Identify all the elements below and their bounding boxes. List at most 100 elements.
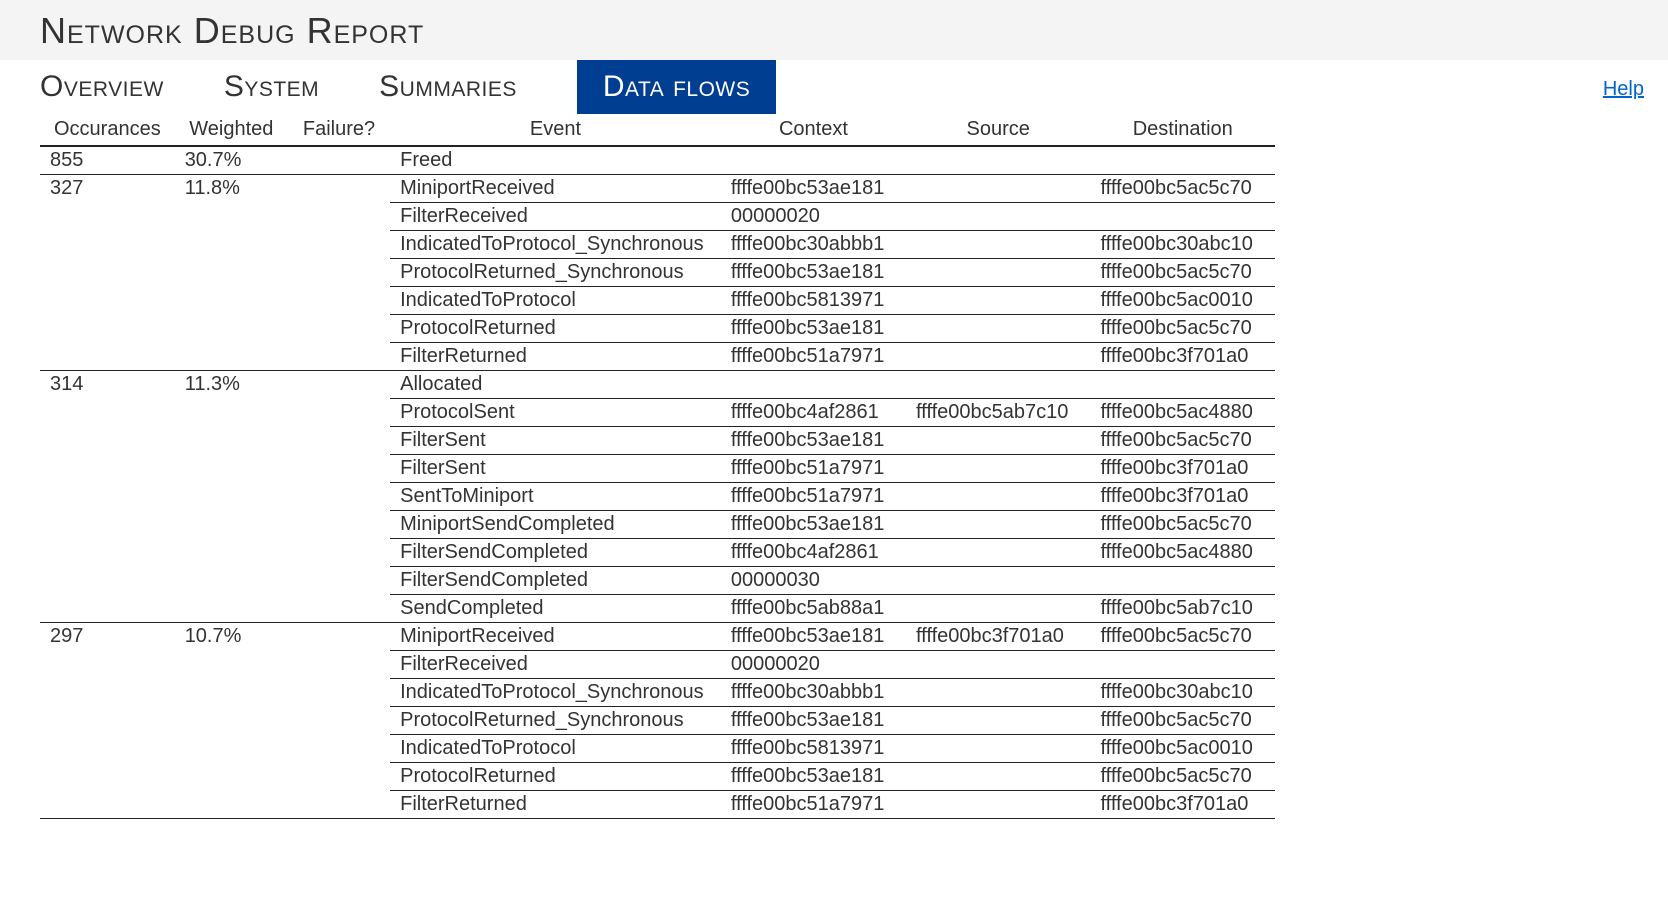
cell-context: ffffe00bc30abbb1 bbox=[721, 679, 906, 707]
tab-overview[interactable]: Overview bbox=[40, 60, 194, 114]
cell-occurances bbox=[40, 343, 175, 371]
table-row: IndicatedToProtocolffffe00bc5813971ffffe… bbox=[40, 287, 1275, 315]
cell-source bbox=[906, 511, 1090, 539]
table-row: ProtocolReturnedffffe00bc53ae181ffffe00b… bbox=[40, 763, 1275, 791]
cell-failure bbox=[288, 623, 390, 651]
tab-summaries[interactable]: Summaries bbox=[379, 60, 547, 114]
table-row: FilterReceived00000020 bbox=[40, 203, 1275, 231]
cell-source bbox=[906, 539, 1090, 567]
cell-destination bbox=[1090, 146, 1275, 175]
cell-event: MiniportReceived bbox=[390, 623, 721, 651]
col-occurances: Occurances bbox=[40, 116, 175, 146]
page-title: Network Debug Report bbox=[40, 10, 1628, 52]
cell-event: IndicatedToProtocol_Synchronous bbox=[390, 679, 721, 707]
cell-occurances: 297 bbox=[40, 623, 175, 651]
table-row: FilterSendCompletedffffe00bc4af2861ffffe… bbox=[40, 539, 1275, 567]
cell-context bbox=[721, 371, 906, 399]
cell-failure bbox=[288, 399, 390, 427]
cell-event: FilterSent bbox=[390, 427, 721, 455]
cell-weighted: 30.7% bbox=[175, 146, 288, 175]
cell-context: ffffe00bc5813971 bbox=[721, 735, 906, 763]
cell-event: MiniportReceived bbox=[390, 175, 721, 203]
cell-destination: ffffe00bc5ac5c70 bbox=[1090, 511, 1275, 539]
cell-event: FilterReturned bbox=[390, 791, 721, 819]
cell-weighted bbox=[175, 483, 288, 511]
cell-destination: ffffe00bc5ac4880 bbox=[1090, 399, 1275, 427]
cell-occurances bbox=[40, 735, 175, 763]
cell-weighted bbox=[175, 679, 288, 707]
tab-system[interactable]: System bbox=[224, 60, 349, 114]
cell-context: ffffe00bc51a7971 bbox=[721, 343, 906, 371]
table-row: 31411.3%Allocated bbox=[40, 371, 1275, 399]
cell-context: ffffe00bc51a7971 bbox=[721, 455, 906, 483]
cell-source: ffffe00bc5ab7c10 bbox=[906, 399, 1090, 427]
cell-weighted bbox=[175, 259, 288, 287]
cell-weighted bbox=[175, 511, 288, 539]
cell-weighted bbox=[175, 763, 288, 791]
cell-failure bbox=[288, 651, 390, 679]
cell-destination: ffffe00bc5ac5c70 bbox=[1090, 707, 1275, 735]
table-row: SendCompletedffffe00bc5ab88a1ffffe00bc5a… bbox=[40, 595, 1275, 623]
cell-occurances bbox=[40, 791, 175, 819]
cell-failure bbox=[288, 146, 390, 175]
help-link[interactable]: Help bbox=[1603, 78, 1644, 101]
table-header-row: Occurances Weighted Failure? Event Conte… bbox=[40, 116, 1275, 146]
cell-context: ffffe00bc30abbb1 bbox=[721, 231, 906, 259]
cell-failure bbox=[288, 707, 390, 735]
cell-destination bbox=[1090, 203, 1275, 231]
cell-occurances bbox=[40, 427, 175, 455]
cell-destination: ffffe00bc3f701a0 bbox=[1090, 483, 1275, 511]
cell-source bbox=[906, 595, 1090, 623]
cell-failure bbox=[288, 287, 390, 315]
table-row: IndicatedToProtocol_Synchronousffffe00bc… bbox=[40, 231, 1275, 259]
cell-context: ffffe00bc53ae181 bbox=[721, 623, 906, 651]
col-failure: Failure? bbox=[288, 116, 390, 146]
cell-source bbox=[906, 763, 1090, 791]
table-row: 29710.7%MiniportReceivedffffe00bc53ae181… bbox=[40, 623, 1275, 651]
tab-data-flows[interactable]: Data flows bbox=[577, 60, 776, 114]
table-row: ProtocolReturnedffffe00bc53ae181ffffe00b… bbox=[40, 315, 1275, 343]
cell-destination: ffffe00bc5ac0010 bbox=[1090, 287, 1275, 315]
table-row: IndicatedToProtocolffffe00bc5813971ffffe… bbox=[40, 735, 1275, 763]
cell-occurances bbox=[40, 763, 175, 791]
cell-context: 00000020 bbox=[721, 651, 906, 679]
table-row: FilterReturnedffffe00bc51a7971ffffe00bc3… bbox=[40, 791, 1275, 819]
table-row: ProtocolSentffffe00bc4af2861ffffe00bc5ab… bbox=[40, 399, 1275, 427]
table-row: FilterReceived00000020 bbox=[40, 651, 1275, 679]
cell-failure bbox=[288, 259, 390, 287]
cell-weighted bbox=[175, 539, 288, 567]
cell-event: IndicatedToProtocol bbox=[390, 287, 721, 315]
cell-occurances: 314 bbox=[40, 371, 175, 399]
cell-weighted bbox=[175, 707, 288, 735]
table-row: ProtocolReturned_Synchronousffffe00bc53a… bbox=[40, 707, 1275, 735]
cell-event: ProtocolReturned bbox=[390, 763, 721, 791]
cell-context: ffffe00bc5ab88a1 bbox=[721, 595, 906, 623]
cell-context: ffffe00bc53ae181 bbox=[721, 259, 906, 287]
cell-weighted bbox=[175, 287, 288, 315]
cell-source: ffffe00bc3f701a0 bbox=[906, 623, 1090, 651]
cell-source bbox=[906, 175, 1090, 203]
cell-event: FilterReturned bbox=[390, 343, 721, 371]
cell-occurances: 327 bbox=[40, 175, 175, 203]
cell-occurances bbox=[40, 455, 175, 483]
cell-failure bbox=[288, 511, 390, 539]
cell-event: FilterReceived bbox=[390, 203, 721, 231]
cell-destination: ffffe00bc3f701a0 bbox=[1090, 791, 1275, 819]
table-row: MiniportSendCompletedffffe00bc53ae181fff… bbox=[40, 511, 1275, 539]
cell-weighted bbox=[175, 595, 288, 623]
data-flows-table: Occurances Weighted Failure? Event Conte… bbox=[40, 116, 1275, 819]
cell-occurances bbox=[40, 231, 175, 259]
cell-occurances bbox=[40, 707, 175, 735]
cell-destination: ffffe00bc5ac5c70 bbox=[1090, 259, 1275, 287]
cell-event: ProtocolReturned_Synchronous bbox=[390, 707, 721, 735]
cell-failure bbox=[288, 763, 390, 791]
cell-failure bbox=[288, 539, 390, 567]
cell-context: ffffe00bc53ae181 bbox=[721, 763, 906, 791]
cell-context: 00000030 bbox=[721, 567, 906, 595]
cell-weighted bbox=[175, 399, 288, 427]
cell-event: ProtocolSent bbox=[390, 399, 721, 427]
cell-destination: ffffe00bc30abc10 bbox=[1090, 231, 1275, 259]
cell-failure bbox=[288, 791, 390, 819]
cell-occurances bbox=[40, 539, 175, 567]
cell-source bbox=[906, 371, 1090, 399]
